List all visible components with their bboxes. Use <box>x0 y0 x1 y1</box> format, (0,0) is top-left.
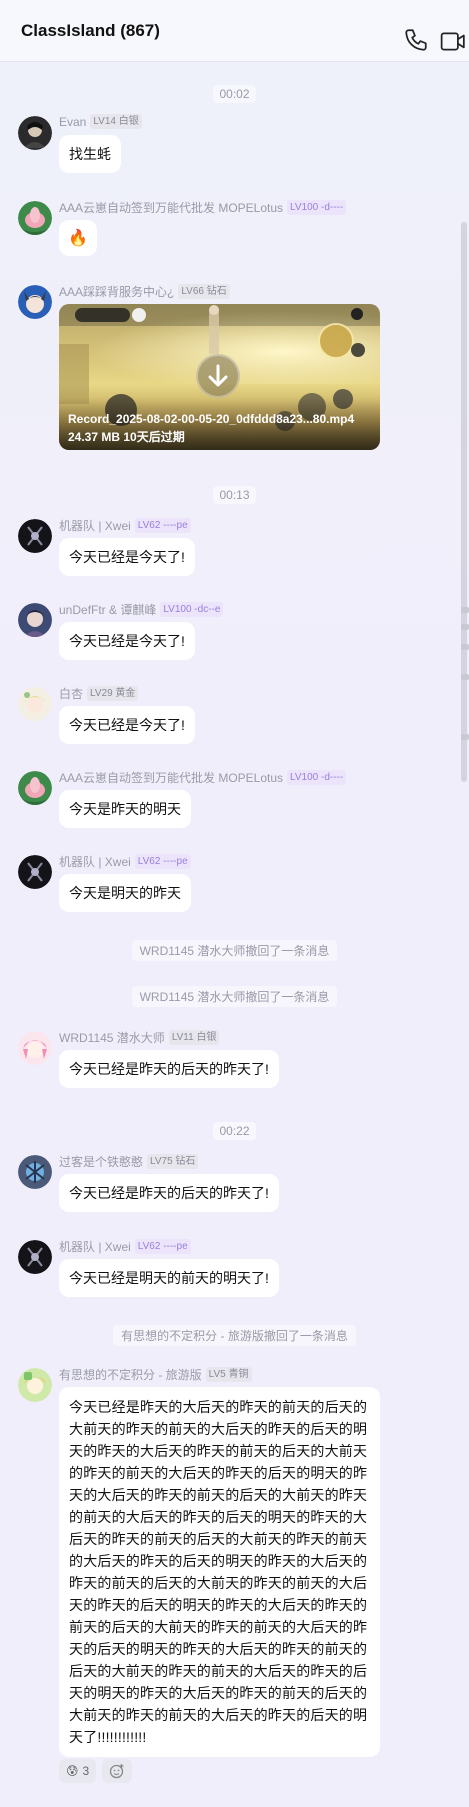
file-name: Record_2025-08-02-00-05-20_0dfddd8a23...… <box>68 412 355 426</box>
message-bubble[interactable]: 今天是明天的昨天 <box>59 874 191 912</box>
level-badge: LV62 ----pe <box>134 854 191 869</box>
avatar[interactable] <box>18 285 52 319</box>
level-badge: LV14 白银 <box>90 114 142 129</box>
scroll-marker <box>461 674 469 680</box>
timestamp: 00:02 <box>0 85 469 103</box>
avatar[interactable] <box>18 1031 52 1065</box>
video-file-card[interactable]: Record_2025-08-02-00-05-20_0dfddd8a23...… <box>59 304 380 450</box>
sender-name[interactable]: 机器队 | Xwei <box>59 517 131 534</box>
reaction-row: 😰 3 <box>18 1759 458 1785</box>
level-badge: LV5 青铜 <box>205 1367 252 1382</box>
message-bubble[interactable]: 今天已经是今天了! <box>59 538 195 576</box>
sender-line: AAA踩踩背服务中心¿ LV66 钻石 <box>59 283 230 300</box>
sender-line: WRD1145 潜水大师 LV11 白银 <box>59 1029 220 1046</box>
message-bubble[interactable]: 今天已经是昨天的大后天的昨天的前天的后天的大前天的昨天的前天的大后天的昨天的后天… <box>59 1387 380 1757</box>
avatar[interactable] <box>18 1155 52 1189</box>
reaction-chip[interactable]: 😰 3 <box>59 1759 97 1783</box>
avatar[interactable] <box>18 1240 52 1274</box>
sender-line: 机器队 | Xwei LV62 ----pe <box>59 1238 191 1255</box>
scroll-marker <box>461 734 469 740</box>
phone-icon[interactable] <box>403 27 429 53</box>
sender-name[interactable]: 机器队 | Xwei <box>59 1238 131 1255</box>
sender-line: 过客是个铁憨憨 LV75 钻石 <box>59 1153 199 1170</box>
avatar[interactable] <box>18 855 52 889</box>
reaction-count: 3 <box>82 1764 90 1778</box>
sender-name[interactable]: AAA踩踩背服务中心¿ <box>59 283 174 300</box>
reaction-emoji: 😰 <box>66 1764 79 1778</box>
message-bubble[interactable]: 找生蚝 <box>59 135 121 173</box>
scroll-marker <box>461 644 469 650</box>
chat-header: ClassIsland (867) <box>0 0 469 62</box>
level-badge: LV11 白银 <box>168 1030 220 1045</box>
download-icon[interactable] <box>196 354 240 398</box>
file-meta: 24.37 MB 10天后过期 <box>68 430 185 444</box>
scroll-marker <box>461 624 469 630</box>
avatar[interactable] <box>18 201 52 235</box>
sender-line: AAA云崽自动签到万能代批发 MOPELotus LV100 -d---- <box>59 199 347 216</box>
recall-notice: WRD1145 潜水大师撤回了一条消息 <box>0 940 469 961</box>
scroll-marker <box>461 607 469 613</box>
message-bubble[interactable]: 今天已经是明天的前天的明天了! <box>59 1259 279 1297</box>
sender-name[interactable]: 机器队 | Xwei <box>59 853 131 870</box>
level-badge: LV62 ----pe <box>134 518 191 533</box>
chat-title: ClassIsland (867) <box>21 20 160 40</box>
avatar[interactable] <box>18 687 52 721</box>
level-badge: LV29 黄金 <box>87 686 139 701</box>
sender-line: 机器队 | Xwei LV62 ----pe <box>59 853 191 870</box>
video-call-icon[interactable] <box>440 29 466 55</box>
avatar[interactable] <box>18 771 52 805</box>
avatar[interactable] <box>18 519 52 553</box>
level-badge: LV100 -dc--e <box>160 602 224 617</box>
sender-line: unDefFtr & 谭麒峰 LV100 -dc--e <box>59 601 224 618</box>
recall-notice: 有思想的不定积分 - 旅游版撤回了一条消息 <box>0 1325 469 1346</box>
level-badge: LV66 钻石 <box>178 284 230 299</box>
message-bubble[interactable]: 今天已经是今天了! <box>59 706 195 744</box>
timestamp: 00:22 <box>0 1122 469 1140</box>
level-badge: LV62 ----pe <box>134 1239 191 1254</box>
message-bubble[interactable]: 今天是昨天的明天 <box>59 790 191 828</box>
sender-line: 白杏 LV29 黄金 <box>59 685 139 702</box>
avatar[interactable] <box>18 603 52 637</box>
sender-name[interactable]: 白杏 <box>59 685 83 702</box>
message-bubble[interactable]: 今天已经是今天了! <box>59 622 195 660</box>
sender-name[interactable]: Evan <box>59 115 86 129</box>
sender-name[interactable]: unDefFtr & 谭麒峰 <box>59 601 156 618</box>
sender-name[interactable]: AAA云崽自动签到万能代批发 MOPELotus <box>59 769 283 786</box>
sender-name[interactable]: 有思想的不定积分 - 旅游版 <box>59 1366 202 1383</box>
sender-name[interactable]: AAA云崽自动签到万能代批发 MOPELotus <box>59 199 283 216</box>
add-reaction-icon[interactable] <box>102 1759 133 1783</box>
avatar[interactable] <box>18 1368 52 1402</box>
sender-name[interactable]: 过客是个铁憨憨 <box>59 1153 143 1170</box>
level-badge: LV75 钻石 <box>147 1154 199 1169</box>
sender-line: AAA云崽自动签到万能代批发 MOPELotus LV100 -d---- <box>59 769 347 786</box>
sender-line: 机器队 | Xwei LV62 ----pe <box>59 517 191 534</box>
level-badge: LV100 -d---- <box>287 770 347 785</box>
recall-notice: WRD1145 潜水大师撤回了一条消息 <box>0 986 469 1007</box>
timestamp: 00:13 <box>0 486 469 504</box>
avatar[interactable] <box>18 116 52 150</box>
sender-line: 有思想的不定积分 - 旅游版 LV5 青铜 <box>59 1366 252 1383</box>
message-bubble[interactable]: 今天已经是昨天的后天的昨天了! <box>59 1174 279 1212</box>
message-bubble[interactable]: 🔥 <box>59 220 97 256</box>
scrollbar[interactable] <box>459 62 469 1807</box>
sender-line: Evan LV14 白银 <box>59 114 142 129</box>
level-badge: LV100 -d---- <box>287 200 347 215</box>
message-bubble[interactable]: 今天已经是昨天的后天的昨天了! <box>59 1050 279 1088</box>
sender-name[interactable]: WRD1145 潜水大师 <box>59 1029 165 1046</box>
